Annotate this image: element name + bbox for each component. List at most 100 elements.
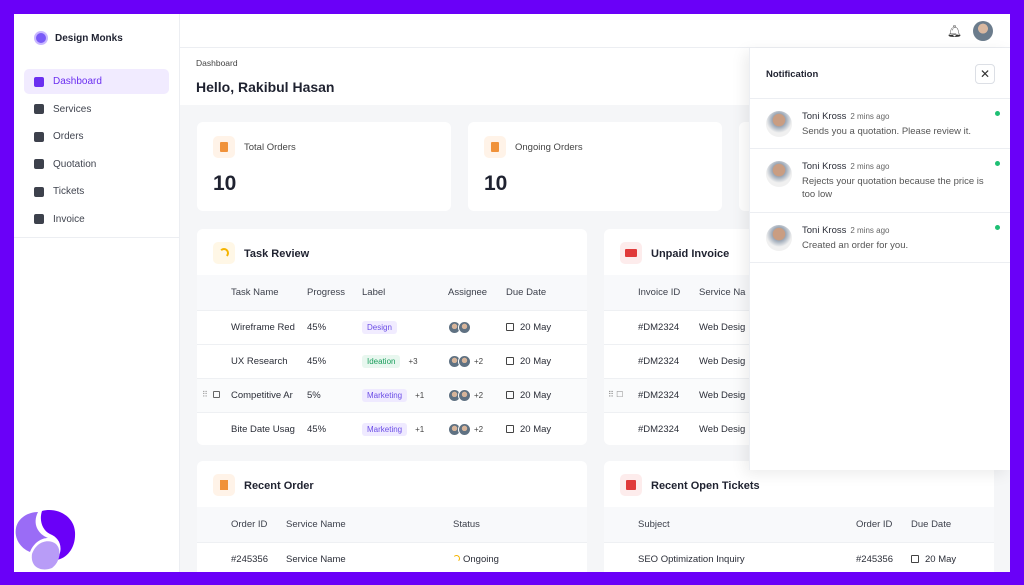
task-name: Bite Date Usag [231,423,295,435]
box-icon [34,104,44,115]
subject-cell: SEO Optimization Inquiry [604,541,856,572]
recent-order-panel: Recent Order Order ID Service Name Status #… [197,461,587,572]
label-cell: Marketing +1 [362,377,448,412]
sender-name: Toni Kross [802,111,847,122]
sidebar-item-orders[interactable]: Orders [24,124,169,149]
assignee-cell: +2 [448,377,506,412]
sidebar-item-services[interactable]: Services [24,97,169,122]
divider [750,262,1010,263]
table-row[interactable]: ⠿ Competitive Ar 5% Marketing +1 +2 20 May [197,377,587,412]
service-name: Web Desig [699,355,746,367]
task-review-panel: Task Review Task Name Progress Label Assign… [197,229,587,445]
order-id-cell: #245356 [856,541,911,572]
sidebar-nav: Dashboard Services Orders Quotation Tickets I… [24,69,169,235]
credit-card-icon [34,214,44,225]
close-icon[interactable]: ✕ [975,64,995,84]
brand-name: Design Monks [55,32,123,44]
notification-item[interactable]: Toni Kross 2 mins ago Rejects your quotati… [750,148,1010,212]
column-header[interactable]: Subject [604,507,856,542]
orders-icon [484,136,506,158]
row-checkbox[interactable] [213,390,220,398]
assignee-cell [448,309,506,344]
column-header[interactable]: Due Date [911,507,994,542]
label-cell: Design [362,309,448,344]
breadcrumb[interactable]: Dashboard [196,58,238,68]
drag-handle-icon[interactable]: ⠿ [202,390,208,399]
assignee-more[interactable]: +2 [474,391,483,400]
unread-dot-icon [995,225,1000,230]
column-header[interactable]: Order ID [197,507,286,542]
sidebar-item-label: Tickets [53,186,85,198]
assignee-more[interactable]: +2 [474,425,483,434]
panel-title: Recent Open Tickets [651,480,760,492]
list-icon [34,131,44,142]
progress-cell: 45% [307,411,362,445]
table-row[interactable]: SEO Optimization Inquiry #245356 20 May [604,541,994,572]
sender-line: Toni Kross 2 mins ago [802,225,890,236]
assignee-avatar[interactable] [458,354,471,368]
file-dollar-icon [34,159,44,170]
calendar-icon [506,390,514,399]
sender-name: Toni Kross [802,225,847,236]
label-tag[interactable]: Design [362,320,397,334]
label-tag[interactable]: Ideation [362,354,401,368]
notification-panel: Notification ✕ Toni Kross 2 mins ago Sends… [749,48,1010,470]
column-header[interactable]: Service Name [286,507,453,542]
sidebar-item-invoice[interactable]: Invoice [24,207,169,232]
sidebar-item-dashboard[interactable]: Dashboard [24,69,169,94]
column-header[interactable]: Invoice ID [604,275,699,310]
sender-name: Toni Kross [802,161,847,172]
drag-handle-icon[interactable]: ⠿ ☐ [608,390,623,399]
sidebar-item-label: Invoice [53,213,85,225]
label-more[interactable]: +3 [408,357,417,366]
bell-icon[interactable]: 🔔︎ [947,24,962,38]
assignee-more[interactable]: +2 [474,357,483,366]
task-name-cell: ⠿ Competitive Ar [197,377,307,412]
due-date: 20 May [520,423,552,435]
column-header[interactable]: Progress [307,275,362,310]
user-avatar[interactable] [973,21,993,41]
column-header[interactable]: Assignee [448,275,506,310]
table-row[interactable]: Bite Date Usag 45% Marketing +1 +2 20 May [197,411,587,445]
progress-cell: 45% [307,309,362,344]
sidebar-item-tickets[interactable]: Tickets [24,179,169,204]
page-title: Hello, Rakibul Hasan [196,79,335,95]
invoice-id-cell: #DM2324 [604,411,699,445]
label-tag[interactable]: Marketing [362,422,408,436]
notification-item[interactable]: Toni Kross 2 mins ago Sends you a quotatio… [750,98,1010,148]
column-header[interactable]: Task Name [197,275,307,310]
unread-dot-icon [995,111,1000,116]
stat-value: 10 [213,172,237,195]
column-header[interactable]: Status [453,507,587,542]
due-date-cell: 20 May [911,541,994,572]
table-row[interactable]: Wireframe Red 45% Design 20 May [197,309,587,344]
table-row[interactable]: UX Research 45% Ideation +3 +2 20 May [197,343,587,378]
label-more[interactable]: +1 [415,391,424,400]
status-loading-icon [453,554,460,562]
due-date-cell: 20 May [506,411,587,445]
order-id-cell: #245356 [197,541,286,572]
column-header[interactable]: Label [362,275,448,310]
sidebar-item-label: Dashboard [53,76,102,87]
label-more[interactable]: +1 [415,425,424,434]
service-name: Service Name [286,553,346,565]
message-alert-icon [34,186,44,197]
label-tag[interactable]: Marketing [362,388,408,402]
brand[interactable]: Design Monks [34,31,123,45]
column-header[interactable]: Order ID [856,507,911,542]
design-monks-logo-icon [15,510,76,570]
notification-item[interactable]: Toni Kross 2 mins ago Created an order for… [750,212,1010,262]
column-header[interactable]: Due Date [506,275,587,310]
due-date: 20 May [520,355,552,367]
stat-card-total-orders: Total Orders 10 [197,122,451,211]
assignee-avatar[interactable] [458,388,471,402]
assignee-avatar[interactable] [458,422,471,436]
assignee-avatar[interactable] [458,320,471,334]
sender-avatar [766,161,792,187]
task-name: Competitive Ar [231,389,293,401]
divider [14,237,180,238]
table-row[interactable]: #245356 Service Name Ongoing [197,541,587,572]
calendar-icon [911,554,919,563]
notification-message: Rejects your quotation because the price… [802,176,984,200]
sidebar-item-quotation[interactable]: Quotation [24,152,169,177]
